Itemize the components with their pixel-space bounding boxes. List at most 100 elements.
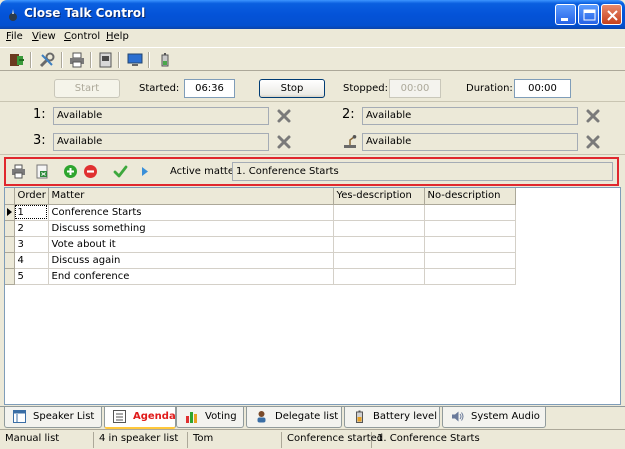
cell-order[interactable]: 2: [14, 220, 49, 237]
menu-file[interactable]: File: [6, 31, 23, 42]
cell-no[interactable]: [424, 220, 516, 237]
agenda-toolbar: Active matter: 1. Conference Starts: [4, 157, 619, 186]
cell-yes[interactable]: [333, 204, 425, 221]
close-button[interactable]: [601, 4, 622, 25]
row-indicator-header: [5, 188, 15, 205]
col-order-header[interactable]: Order: [14, 188, 49, 205]
tab-label: System Audio: [471, 411, 540, 422]
cell-no[interactable]: [424, 252, 516, 269]
main-toolbar: [0, 47, 625, 71]
tab-speaker-list[interactable]: Speaker List: [4, 407, 102, 428]
slot-3-number: 3:: [33, 133, 46, 148]
duration-label: Duration:: [466, 83, 513, 94]
tab-label: Voting: [205, 411, 237, 422]
checkmark-icon[interactable]: [113, 164, 128, 179]
tab-voting[interactable]: Voting: [176, 407, 244, 428]
cell-matter[interactable]: End conference: [48, 268, 334, 285]
grid-header-row: Order Matter Yes-description No-descript…: [5, 188, 516, 205]
started-label: Started:: [139, 83, 180, 94]
cell-order[interactable]: 1: [14, 204, 49, 221]
battery-icon: [356, 410, 363, 423]
tab-system-audio[interactable]: System Audio: [442, 407, 546, 428]
row-indicator: [5, 236, 15, 253]
status-speaker-count: 4 in speaker list: [96, 432, 188, 448]
table-row[interactable]: 2 Discuss something: [5, 220, 516, 237]
stop-button[interactable]: Stop: [259, 79, 325, 98]
remove-chairman-icon[interactable]: [585, 134, 601, 150]
table-row[interactable]: 1 Conference Starts: [5, 204, 516, 221]
maximize-icon: [583, 9, 596, 21]
cell-matter[interactable]: Vote about it: [48, 236, 334, 253]
status-active-matter: 1. Conference Starts: [377, 433, 480, 444]
maximize-button[interactable]: [578, 4, 599, 25]
minimize-icon: [561, 18, 568, 21]
tab-label: Battery level: [373, 411, 437, 422]
monitor-icon[interactable]: [126, 51, 144, 69]
status-bar: Manual list 4 in speaker list Tom Confer…: [0, 429, 625, 449]
tab-delegate-list[interactable]: Delegate list: [246, 407, 342, 428]
tab-label: Delegate list: [275, 411, 339, 422]
menu-bar: File View Control Help: [0, 29, 625, 46]
bottom-tab-strip: Speaker List Agenda Voting Delegate list…: [0, 406, 625, 429]
slot-3-field[interactable]: Available: [53, 133, 269, 151]
title-bar[interactable]: Close Talk Control: [0, 0, 625, 29]
table-row[interactable]: 3 Vote about it: [5, 236, 516, 253]
export-excel-icon[interactable]: [35, 164, 50, 179]
table-row[interactable]: 4 Discuss again: [5, 252, 516, 269]
settings-icon[interactable]: [38, 51, 56, 69]
menu-help[interactable]: Help: [106, 31, 129, 42]
cell-yes[interactable]: [333, 268, 425, 285]
start-button[interactable]: Start: [54, 79, 120, 98]
play-next-icon[interactable]: [137, 164, 152, 179]
slot-2-field[interactable]: Available: [362, 107, 578, 125]
cell-order[interactable]: 3: [14, 236, 49, 253]
menu-control[interactable]: Control: [64, 31, 100, 42]
agenda-table: Order Matter Yes-description No-descript…: [5, 188, 516, 285]
agenda-grid: Order Matter Yes-description No-descript…: [4, 187, 621, 405]
voting-chart-icon: [186, 412, 197, 423]
exit-icon[interactable]: [8, 51, 26, 69]
remove-speaker-3-icon[interactable]: [276, 134, 292, 150]
cell-no[interactable]: [424, 268, 516, 285]
cell-yes[interactable]: [333, 236, 425, 253]
stopped-time-field: 00:00: [389, 79, 441, 98]
cell-no[interactable]: [424, 236, 516, 253]
cell-order[interactable]: 5: [14, 268, 49, 285]
cell-order[interactable]: 4: [14, 252, 49, 269]
battery-icon[interactable]: [156, 51, 174, 69]
remove-speaker-2-icon[interactable]: [585, 108, 601, 124]
cell-matter[interactable]: Conference Starts: [48, 204, 334, 221]
print-agenda-icon[interactable]: [11, 164, 26, 179]
cell-matter[interactable]: Discuss again: [48, 252, 334, 269]
tab-agenda[interactable]: Agenda: [104, 407, 176, 429]
cell-yes[interactable]: [333, 252, 425, 269]
speaker-list-icon: [13, 410, 26, 423]
tab-label: Agenda: [133, 411, 176, 422]
tab-battery-level[interactable]: Battery level: [344, 407, 440, 428]
col-no-description-header[interactable]: No-description: [424, 188, 516, 205]
close-icon: [607, 10, 618, 21]
table-row[interactable]: 5 End conference: [5, 268, 516, 285]
cell-no[interactable]: [424, 204, 516, 221]
print-icon[interactable]: [68, 51, 86, 69]
tab-label: Speaker List: [33, 411, 95, 422]
row-indicator: [5, 268, 15, 285]
status-user: Tom: [190, 432, 282, 448]
add-matter-icon[interactable]: [63, 164, 78, 179]
col-yes-description-header[interactable]: Yes-description: [333, 188, 425, 205]
slot-1-field[interactable]: Available: [53, 107, 269, 125]
active-matter-label: Active matter:: [170, 166, 242, 177]
chairman-slot-field[interactable]: Available: [362, 133, 578, 151]
cell-yes[interactable]: [333, 220, 425, 237]
status-conference-state: Conference started: [284, 432, 383, 448]
audio-icon: [452, 411, 464, 422]
cell-matter[interactable]: Discuss something: [48, 220, 334, 237]
minimize-button[interactable]: [555, 4, 576, 25]
remove-matter-icon[interactable]: [83, 164, 98, 179]
menu-view[interactable]: View: [32, 31, 56, 42]
col-matter-header[interactable]: Matter: [48, 188, 334, 205]
remove-speaker-1-icon[interactable]: [276, 108, 292, 124]
stopped-label: Stopped:: [343, 83, 388, 94]
report-icon[interactable]: [97, 51, 115, 69]
duration-field: 00:00: [514, 79, 571, 98]
